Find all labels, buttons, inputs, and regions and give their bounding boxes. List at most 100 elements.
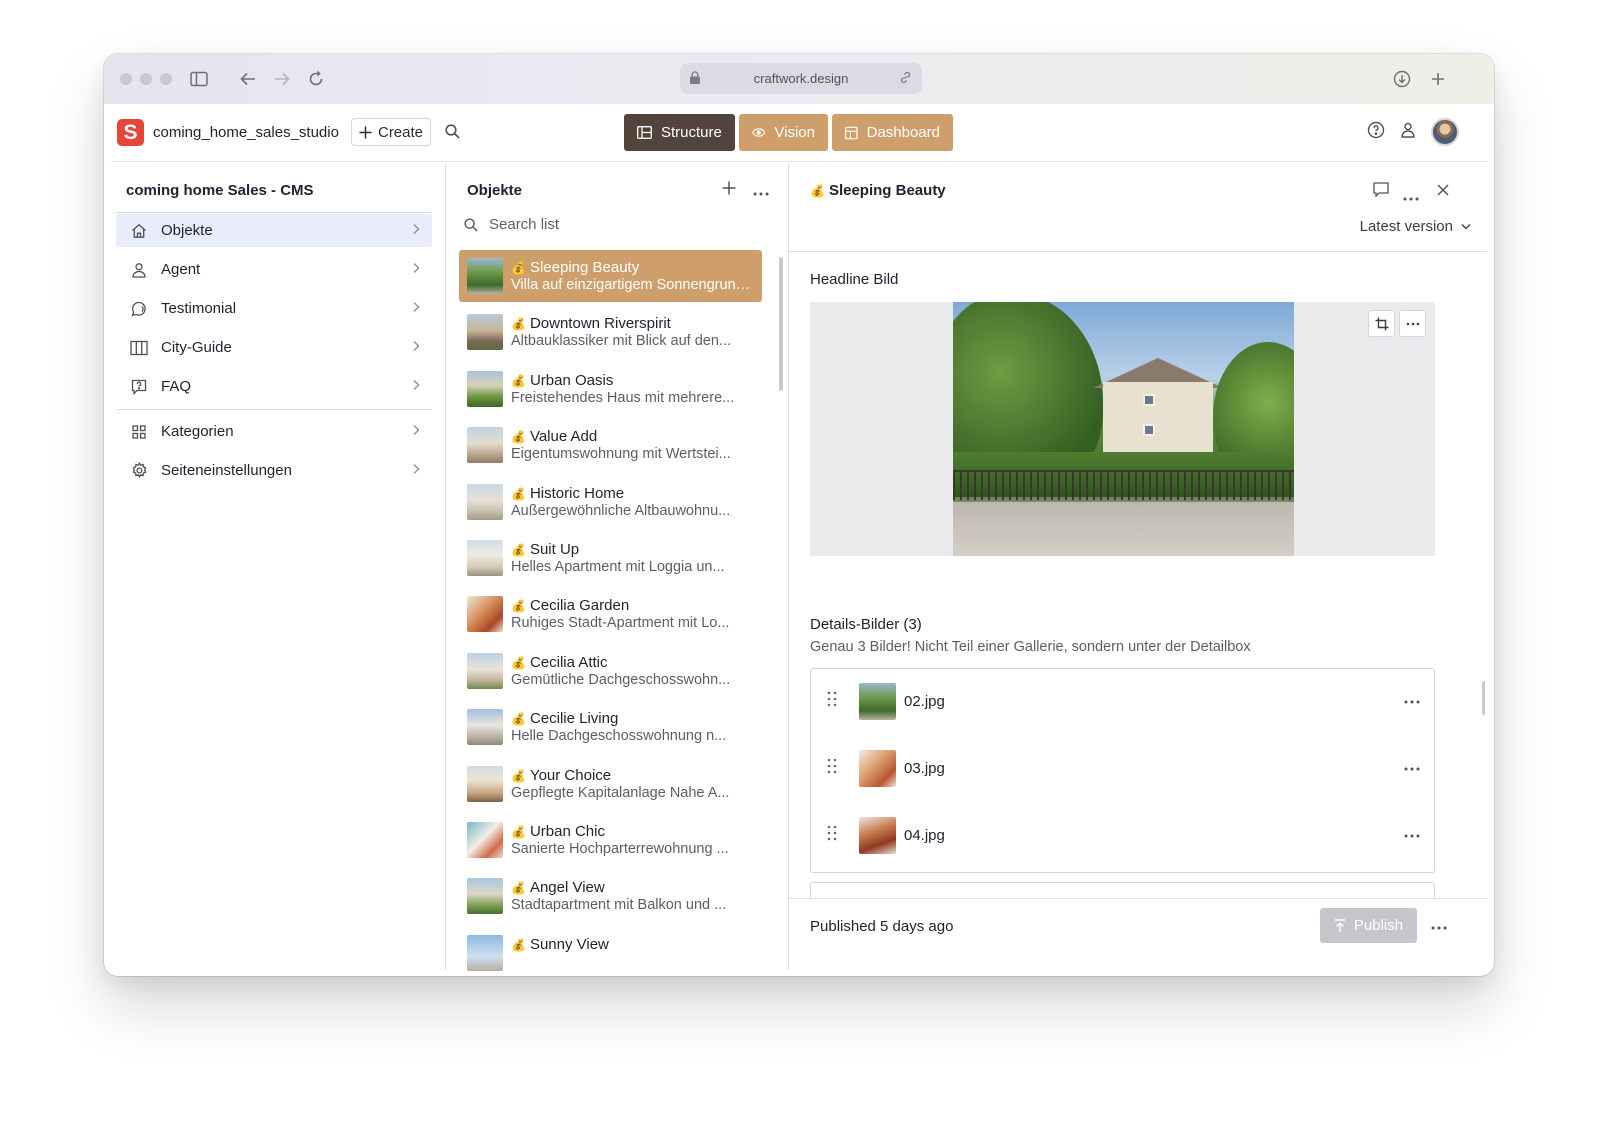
list-item-thumbnail	[467, 822, 503, 858]
address-bar[interactable]: craftwork.design	[680, 63, 922, 94]
list-item-subtitle: Villa auf einzigartigem Sonnengrundstück	[511, 277, 755, 293]
sidebar-item-faq[interactable]: FAQ	[116, 370, 432, 403]
file-row[interactable]: 04.jpg	[811, 803, 1434, 870]
tool-dashboard-button[interactable]: Dashboard	[832, 114, 953, 151]
list-item-thumbnail	[467, 596, 503, 633]
drag-handle-icon[interactable]	[827, 825, 837, 846]
sidebar-item-seiteneinstellungen[interactable]: Seiteneinstellungen	[116, 454, 432, 487]
list-item-title: 💰 Urban Oasis	[511, 372, 613, 389]
drag-handle-icon[interactable]	[827, 691, 837, 712]
list-item-subtitle: Gepflegte Kapitalanlage Nahe A...	[511, 784, 730, 801]
more-icon[interactable]	[1403, 188, 1419, 206]
list-item[interactable]: 💰 Urban Oasis Freistehendes Haus mit mehre…	[459, 363, 762, 415]
new-tab-icon[interactable]	[1426, 67, 1450, 91]
more-icon[interactable]	[1404, 691, 1420, 709]
sidebar-item-kategorien[interactable]: Kategorien	[116, 415, 432, 448]
list-item-title-text: Your Choice	[529, 766, 612, 784]
sidebar-item-label: FAQ	[161, 378, 192, 395]
list-item-title-text: Cecilia Garden	[529, 597, 630, 615]
list-item[interactable]: 💰 Downtown Riverspirit Altbauklassiker mit…	[459, 306, 762, 358]
browser-toolbar: craftwork.design	[104, 54, 1494, 104]
close-icon[interactable]	[1437, 183, 1449, 201]
list-item-title-text: Angel View	[529, 879, 605, 897]
add-item-button[interactable]	[810, 882, 1435, 898]
back-arrow-icon[interactable]	[236, 67, 260, 91]
window-close-dot[interactable]	[120, 73, 132, 85]
list-item[interactable]: 💰 Sleeping Beauty Villa auf einzigartigem …	[459, 250, 762, 302]
list-search-input[interactable]: Search list	[464, 216, 559, 233]
money-bag-icon: 💰	[511, 599, 526, 614]
tool-dashboard-label: Dashboard	[866, 124, 940, 141]
image-more-icon[interactable]	[1399, 310, 1426, 337]
money-bag-icon: 💰	[511, 768, 526, 783]
gear-icon	[130, 462, 148, 480]
file-name: 04.jpg	[904, 827, 945, 844]
list-item[interactable]: 💰 Historic Home Außergewöhnliche Altbauwoh…	[459, 476, 762, 528]
forward-arrow-icon[interactable]	[270, 67, 294, 91]
list-item-thumbnail	[467, 540, 503, 576]
file-name: 02.jpg	[904, 693, 945, 710]
sidebar-item-testimonial[interactable]: Testimonial	[116, 292, 432, 325]
sidebar-item-agent[interactable]: Agent	[116, 253, 432, 286]
list-item-thumbnail	[467, 370, 503, 407]
create-button[interactable]: Create	[351, 118, 431, 146]
editor-scrollbar[interactable]	[1482, 681, 1485, 715]
chevron-right-icon	[413, 341, 420, 351]
file-row[interactable]: 03.jpg	[811, 736, 1434, 803]
studio-logo[interactable]: S	[117, 119, 144, 146]
window-zoom-dot[interactable]	[160, 73, 172, 85]
list-item-thumbnail	[467, 258, 503, 294]
add-document-icon[interactable]	[722, 181, 736, 200]
crop-icon[interactable]	[1368, 310, 1395, 337]
list-item-title: 💰 Value Add	[511, 428, 597, 445]
list-item[interactable]: 💰 Your Choice Gepflegte Kapitalanlage Nahe…	[459, 758, 762, 810]
publish-button-label: Publish	[1353, 917, 1404, 934]
reload-icon[interactable]	[304, 67, 328, 91]
more-icon[interactable]	[1431, 917, 1447, 935]
list-item-thumbnail	[467, 427, 503, 464]
file-row[interactable]: 02.jpg	[811, 669, 1434, 736]
sidebar-item-objekte[interactable]: Objekte	[116, 214, 432, 247]
version-label: Latest version	[1359, 218, 1453, 235]
list-item-subtitle: Stadtapartment mit Balkon und ...	[511, 897, 727, 914]
tool-vision-label: Vision	[774, 124, 815, 141]
user-avatar[interactable]	[1431, 118, 1459, 146]
search-icon[interactable]	[445, 124, 460, 144]
download-icon[interactable]	[1390, 67, 1414, 91]
money-bag-icon: 💰	[511, 712, 526, 727]
studio-app: S coming_home_sales_studio Create Struct…	[111, 104, 1487, 971]
help-icon[interactable]	[1367, 121, 1385, 144]
headline-image-field[interactable]	[810, 302, 1435, 556]
editor-divider	[789, 251, 1487, 252]
list-item[interactable]: 💰 Angel View Stadtapartment mit Balkon und…	[459, 870, 762, 922]
list-item[interactable]: 💰 Cecilia Garden Ruhiges Stadt-Apartment m…	[459, 588, 762, 640]
version-selector[interactable]: Latest version	[1360, 218, 1471, 235]
money-bag-icon: 💰	[511, 486, 526, 501]
list-item-title: 💰 Cecilia Attic	[511, 654, 607, 671]
sidebar-toggle-icon[interactable]	[187, 67, 211, 91]
drag-handle-icon[interactable]	[827, 758, 837, 779]
more-icon[interactable]	[1404, 758, 1420, 776]
list-scrollbar[interactable]	[779, 257, 783, 391]
link-icon[interactable]	[899, 71, 912, 87]
sidebar-item-city-guide[interactable]: City-Guide	[116, 331, 432, 364]
comment-icon[interactable]	[1373, 182, 1389, 202]
sidebar-item-label: Agent	[161, 261, 201, 278]
users-icon[interactable]	[1399, 121, 1417, 144]
eye-icon	[752, 128, 766, 137]
more-icon[interactable]	[1404, 825, 1420, 843]
list-item[interactable]: 💰 Sunny View	[459, 927, 762, 976]
more-icon[interactable]	[753, 183, 769, 201]
list-item[interactable]: 💰 Value Add Eigentumswohnung mit Wertstei.…	[459, 419, 762, 471]
publish-button[interactable]: Publish	[1320, 908, 1417, 943]
list-item[interactable]: 💰 Cecilie Living Helle Dachgeschosswohnung…	[459, 701, 762, 753]
list-item-title: 💰 Sleeping Beauty	[511, 259, 639, 276]
window-minimize-dot[interactable]	[140, 73, 152, 85]
list-item[interactable]: 💰 Suit Up Helles Apartment mit Loggia un..…	[459, 532, 762, 584]
tool-vision-button[interactable]: Vision	[739, 114, 828, 151]
list-item[interactable]: 💰 Cecilia Attic Gemütliche Dachgeschosswoh…	[459, 645, 762, 697]
workspace-name[interactable]: coming_home_sales_studio	[153, 124, 339, 141]
list-item[interactable]: 💰 Urban Chic Sanierte Hochparterrewohnung …	[459, 814, 762, 866]
list-item-title-text: Value Add	[529, 428, 598, 446]
tool-structure-button[interactable]: Structure	[624, 114, 735, 151]
